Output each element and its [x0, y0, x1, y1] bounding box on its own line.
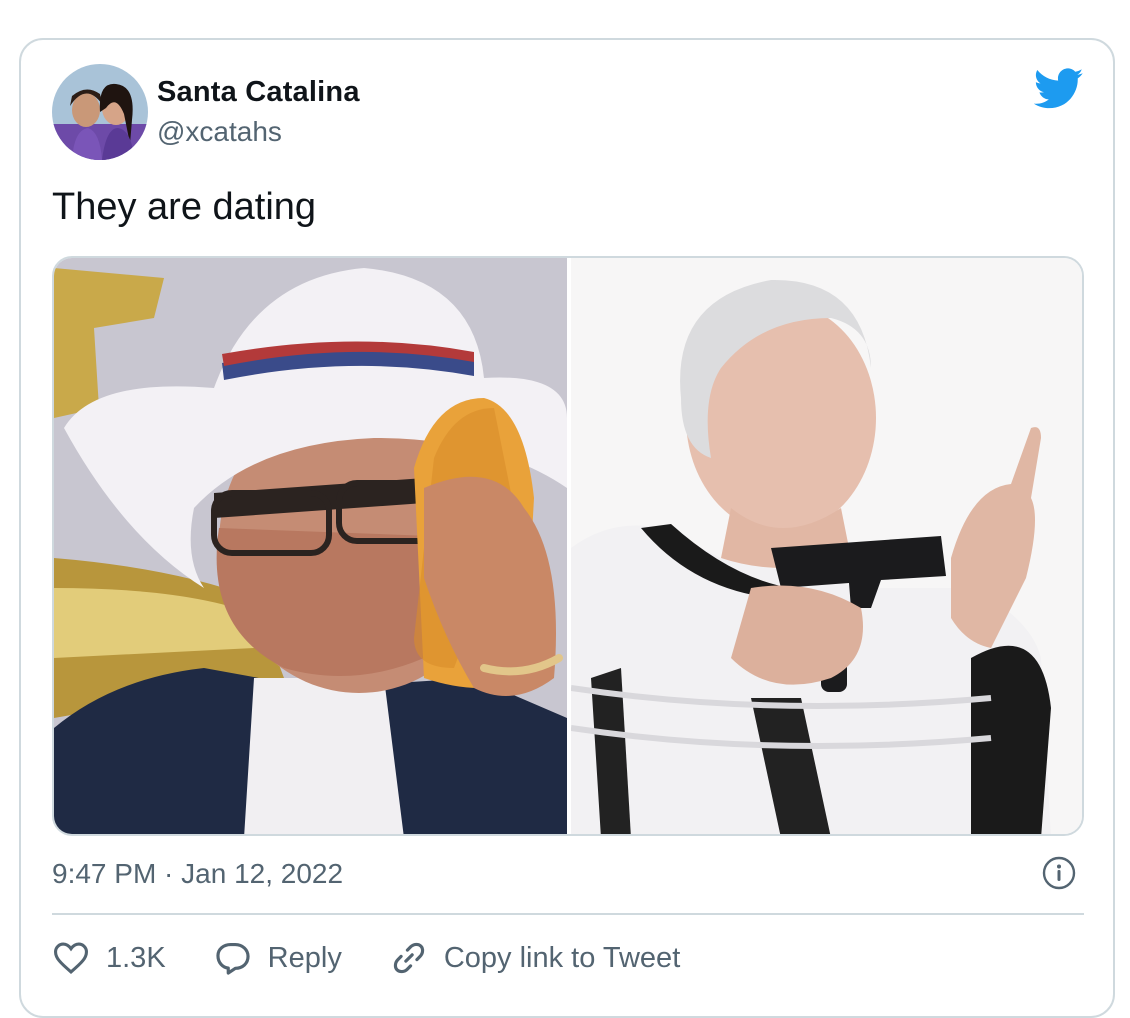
tweet-timestamp[interactable]: 9:47 PM · Jan 12, 2022 — [52, 858, 343, 890]
media-photo-left[interactable] — [54, 258, 567, 834]
tweet-media[interactable] — [52, 256, 1084, 836]
like-count: 1.3K — [106, 941, 166, 974]
tweet-text: They are dating — [52, 186, 317, 228]
tweet-actions: 1.3K Reply Copy link to Tweet — [52, 936, 728, 980]
media-photo-right[interactable] — [570, 258, 1082, 834]
twitter-bird-icon[interactable] — [1033, 68, 1084, 110]
divider — [52, 913, 1084, 915]
display-name[interactable]: Santa Catalina — [157, 76, 360, 109]
handle[interactable]: @xcatahs — [157, 116, 282, 148]
info-icon[interactable] — [1042, 856, 1076, 890]
speech-bubble-icon — [216, 942, 250, 975]
link-icon — [393, 942, 424, 974]
reply-button[interactable]: Reply — [214, 940, 342, 976]
heart-icon — [53, 942, 89, 974]
like-button[interactable]: 1.3K — [52, 941, 166, 975]
copy-link-label: Copy link to Tweet — [443, 941, 681, 974]
avatar[interactable] — [52, 64, 148, 160]
reply-label: Reply — [267, 941, 342, 974]
copy-link-button[interactable]: Copy link to Tweet — [390, 939, 680, 977]
